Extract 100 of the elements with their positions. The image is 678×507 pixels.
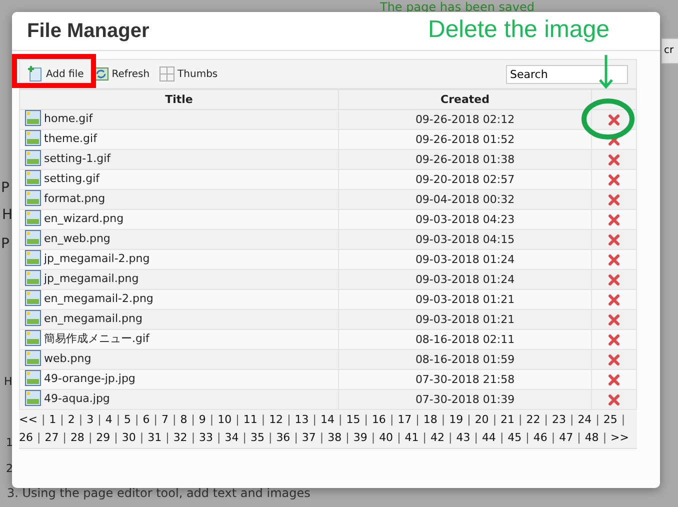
delete-icon[interactable]	[608, 334, 620, 346]
separator-text: |	[577, 431, 581, 444]
separator-text: |	[320, 431, 324, 444]
toolbar-button[interactable]: Thumbs	[156, 66, 221, 82]
page-link[interactable]: 44	[482, 431, 496, 444]
page-link[interactable]: 1	[49, 413, 56, 426]
page-link[interactable]: 17	[398, 413, 412, 426]
page-link[interactable]: 26	[19, 431, 33, 444]
file-name[interactable]: en_web.png	[44, 232, 110, 244]
delete-icon[interactable]	[608, 374, 620, 386]
page-link[interactable]: 32	[173, 431, 188, 444]
page-link[interactable]: 34	[224, 431, 239, 444]
delete-icon[interactable]	[608, 314, 620, 326]
file-name[interactable]: setting-1.gif	[44, 152, 111, 164]
page-link[interactable]: 2	[68, 413, 75, 426]
table-cell: 09-20-2018 02:57	[338, 170, 592, 190]
page-link[interactable]: 4	[105, 413, 112, 426]
page-link[interactable]: 30	[122, 431, 136, 444]
table-cell: 09-03-2018 01:24	[338, 270, 592, 290]
file-name[interactable]: theme.gif	[44, 132, 97, 144]
table-cell: 09-04-2018 00:32	[338, 190, 592, 210]
page-link[interactable]: 35	[250, 431, 264, 444]
separator-text: |	[518, 413, 522, 426]
page-link[interactable]: 29	[96, 431, 110, 444]
page-link[interactable]: 33	[199, 431, 214, 444]
page-link[interactable]: 19	[449, 413, 464, 426]
page-link[interactable]: 5	[124, 413, 132, 426]
delete-icon[interactable]	[608, 394, 620, 406]
file-name[interactable]: format.png	[44, 192, 106, 204]
file-name[interactable]: setting.gif	[44, 172, 100, 184]
page-link[interactable]: 43	[456, 431, 470, 444]
page-link[interactable]: 46	[533, 431, 548, 444]
separator-text: |	[312, 413, 316, 426]
page-link[interactable]: 8	[180, 413, 188, 426]
file-name[interactable]: en_wizard.png	[44, 212, 124, 224]
delete-icon[interactable]	[608, 194, 620, 206]
background-text: 2	[6, 462, 13, 475]
column-header[interactable]: Title	[20, 90, 338, 110]
separator-text: |	[526, 431, 530, 444]
page-link[interactable]: 37	[302, 431, 316, 444]
toolbar-button[interactable]: Add file	[24, 66, 87, 82]
page-link[interactable]: 7	[161, 413, 168, 426]
separator-text: |	[217, 431, 221, 444]
page-link[interactable]: 14	[320, 413, 334, 426]
page-link[interactable]: 45	[508, 431, 522, 444]
image-file-icon	[25, 310, 41, 326]
table-cell: 08-16-2018 01:59	[338, 350, 592, 370]
file-name[interactable]: jp_megamail.png	[44, 272, 139, 284]
delete-icon[interactable]	[608, 274, 620, 286]
page-link[interactable]: 11	[243, 413, 258, 426]
separator-text: |	[422, 431, 426, 444]
background-button[interactable]: cr	[661, 38, 678, 64]
file-name[interactable]: 49-orange-jp.jpg	[44, 372, 136, 384]
page-link[interactable]: 39	[353, 431, 368, 444]
toolbar-button[interactable]: Refresh	[90, 66, 153, 82]
page-link[interactable]: 23	[552, 413, 566, 426]
page-link[interactable]: 48	[584, 431, 599, 444]
file-name[interactable]: web.png	[44, 352, 92, 364]
page-link[interactable]: 15	[346, 413, 360, 426]
delete-icon[interactable]	[608, 354, 620, 366]
page-link[interactable]: 25	[603, 413, 618, 426]
delete-icon[interactable]	[608, 234, 620, 246]
page-link[interactable]: 18	[423, 413, 438, 426]
page-link[interactable]: 38	[328, 431, 342, 444]
page-link[interactable]: 22	[526, 413, 540, 426]
page-link[interactable]: 20	[474, 413, 489, 426]
delete-icon[interactable]	[608, 294, 620, 306]
page-link[interactable]: 27	[44, 431, 59, 444]
page-link[interactable]: 28	[70, 431, 84, 444]
page-link[interactable]: 24	[578, 413, 592, 426]
search-field[interactable]: Search	[506, 64, 628, 84]
delete-icon[interactable]	[608, 114, 620, 126]
background-text: H	[4, 375, 12, 388]
page-link[interactable]: 40	[379, 431, 394, 444]
table-cell: 09-03-2018 04:15	[338, 230, 592, 250]
page-link[interactable]: 9	[198, 413, 206, 426]
page-link[interactable]: 42	[430, 431, 444, 444]
page-link[interactable]: 10	[218, 413, 232, 426]
page-link[interactable]: 41	[404, 431, 419, 444]
separator-text: |	[60, 413, 64, 426]
image-file-icon	[25, 330, 41, 346]
annotation-caption: Delete the image	[428, 16, 610, 44]
file-name[interactable]: home.gif	[44, 112, 93, 124]
delete-icon[interactable]	[608, 154, 620, 166]
file-name[interactable]: 49-aqua.jpg	[44, 392, 110, 404]
page-link[interactable]: 13	[294, 413, 309, 426]
page-link[interactable]: 12	[269, 413, 284, 426]
page-link[interactable]: >>	[610, 431, 629, 444]
page-link[interactable]: 36	[276, 431, 290, 444]
page-link[interactable]: 3	[86, 413, 94, 426]
delete-icon[interactable]	[608, 214, 620, 226]
page-link[interactable]: 16	[372, 413, 386, 426]
page-link[interactable]: 31	[148, 431, 162, 444]
page-link[interactable]: 6	[142, 413, 150, 426]
column-header[interactable]: Created	[338, 90, 592, 110]
delete-icon[interactable]	[608, 254, 620, 266]
delete-icon[interactable]	[608, 174, 620, 186]
page-link[interactable]: 47	[559, 431, 574, 444]
page-link[interactable]: 21	[500, 413, 515, 426]
page-link[interactable]: <<	[19, 413, 38, 426]
